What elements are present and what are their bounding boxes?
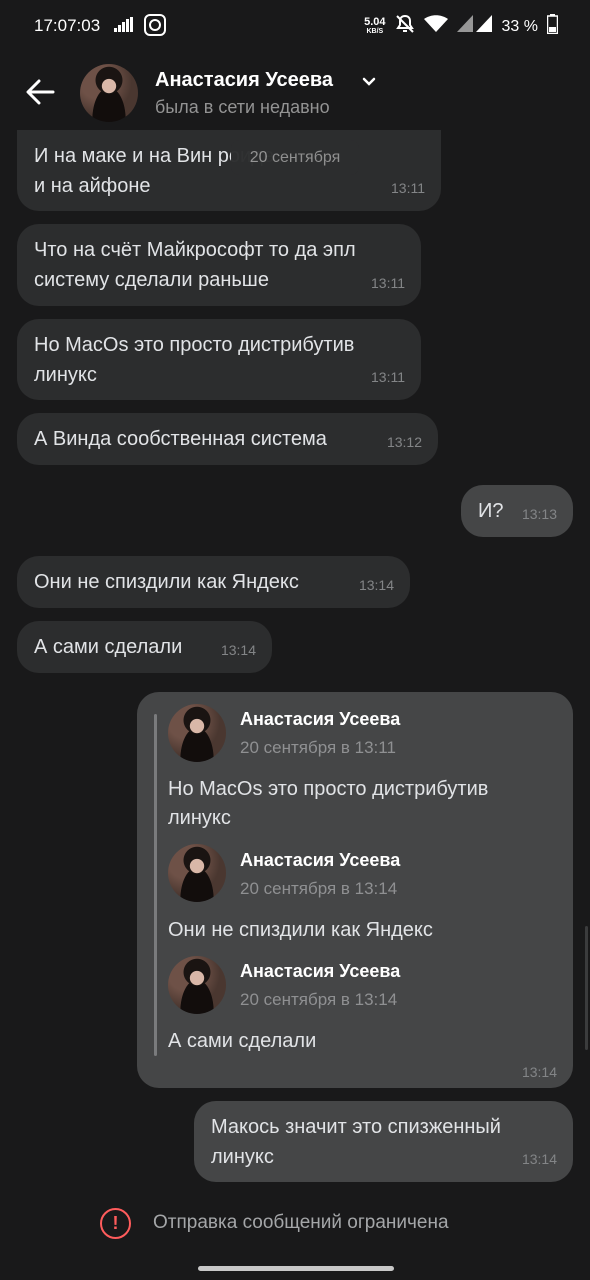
forwarded-date: 20 сентября в 13:14 — [240, 990, 398, 1009]
net-speed-unit: KB/S — [366, 27, 384, 35]
back-button[interactable] — [22, 74, 58, 110]
chat-header: Анастасия Усеева была в сети недавно — [0, 54, 590, 132]
forwarded-text: А сами сделали — [168, 1030, 317, 1052]
message-text: И? — [478, 500, 504, 522]
message-bubble[interactable]: А Винда сообственная система 13:12 — [17, 413, 438, 465]
date-chip: 20 сентября — [231, 140, 359, 175]
message-time: 13:12 — [386, 434, 422, 450]
message-bubble[interactable]: И на маке и на Вин роиде и на айфоне 13:… — [17, 130, 441, 211]
forward-quote-line — [154, 714, 157, 1056]
net-speed-value: 5.04 — [364, 15, 386, 28]
restriction-text: Отправка сообщений ограничена — [153, 1212, 449, 1233]
wifi-icon — [423, 15, 448, 38]
cell-signal-icon — [456, 15, 493, 38]
forwarded-author[interactable]: Анастасия Усеева — [240, 709, 400, 730]
forwarded-date: 20 сентября в 13:14 — [240, 879, 398, 898]
forwarded-messages-bubble[interactable]: Анастасия Усеева 20 сентября в 13:11 Но … — [137, 692, 573, 1088]
screen-record-icon — [144, 14, 166, 41]
forwarded-text: Они не спиздили как Яндекс — [168, 919, 433, 941]
message-time: 13:14 — [220, 642, 256, 658]
status-time: 17:07:03 — [34, 16, 101, 35]
system-nav-bar — [0, 1256, 590, 1280]
signal-bars-icon — [114, 17, 134, 38]
battery-icon — [546, 14, 559, 39]
message-time: 13:11 — [371, 275, 405, 291]
messaging-restricted-notice: ! Отправка сообщений ограничена — [0, 1190, 590, 1256]
status-bar: 17:07:03 5.04 KB/S 33 % — [0, 0, 590, 54]
home-gesture-handle[interactable] — [198, 1266, 394, 1271]
message-time: 13:14 — [521, 1064, 557, 1080]
message-text: А Винда сообственная система — [34, 428, 327, 450]
message-bubble-out[interactable]: Макось значит это спизженный линукс 13:1… — [194, 1101, 573, 1182]
message-time: 13:11 — [371, 369, 405, 385]
message-text: Что на счёт Майкрософт то да эпл систему… — [34, 239, 356, 291]
mute-bell-icon — [395, 14, 415, 39]
avatar[interactable] — [168, 956, 226, 1014]
message-text: Макось значит это спизженный линукс — [211, 1116, 501, 1168]
scrollbar[interactable] — [585, 926, 588, 1050]
status-right-icons: 5.04 KB/S 33 % — [364, 14, 559, 39]
avatar[interactable] — [168, 704, 226, 762]
message-bubble[interactable]: Что на счёт Майкрософт то да эпл систему… — [17, 224, 421, 306]
message-bubble-out[interactable]: И? 13:13 — [461, 485, 573, 537]
message-bubble[interactable]: А сами сделали 13:14 — [17, 621, 272, 673]
message-bubble[interactable]: Но MacOs это просто дистрибутив линукс 1… — [17, 319, 421, 400]
message-time: 13:11 — [391, 180, 425, 196]
battery-percent: 33 % — [501, 17, 538, 35]
message-text: Они не спиздили как Яндекс — [34, 571, 299, 593]
message-time: 13:14 — [358, 577, 394, 593]
status-left-icons — [114, 14, 166, 41]
chevron-down-icon[interactable] — [362, 74, 376, 92]
forwarded-author[interactable]: Анастасия Усеева — [240, 850, 400, 871]
forwarded-text: Но MacOs это просто дистрибутив линукс — [168, 778, 489, 829]
contact-status: была в сети недавно — [155, 97, 330, 117]
arrow-left-icon — [26, 79, 55, 105]
message-text: А сами сделали — [34, 636, 183, 658]
avatar[interactable] — [168, 844, 226, 902]
forwarded-date: 20 сентября в 13:11 — [240, 738, 396, 757]
contact-name[interactable]: Анастасия Усеева — [155, 69, 333, 92]
message-text: Но MacOs это просто дистрибутив линукс — [34, 334, 355, 386]
exclamation-circle-icon: ! — [100, 1208, 131, 1239]
contact-avatar[interactable] — [80, 64, 138, 122]
net-speed: 5.04 KB/S — [364, 15, 386, 37]
message-bubble[interactable]: Они не спиздили как Яндекс 13:14 — [17, 556, 410, 608]
forwarded-author[interactable]: Анастасия Усеева — [240, 961, 400, 982]
message-time: 13:14 — [521, 1151, 557, 1167]
message-time: 13:13 — [521, 506, 557, 522]
